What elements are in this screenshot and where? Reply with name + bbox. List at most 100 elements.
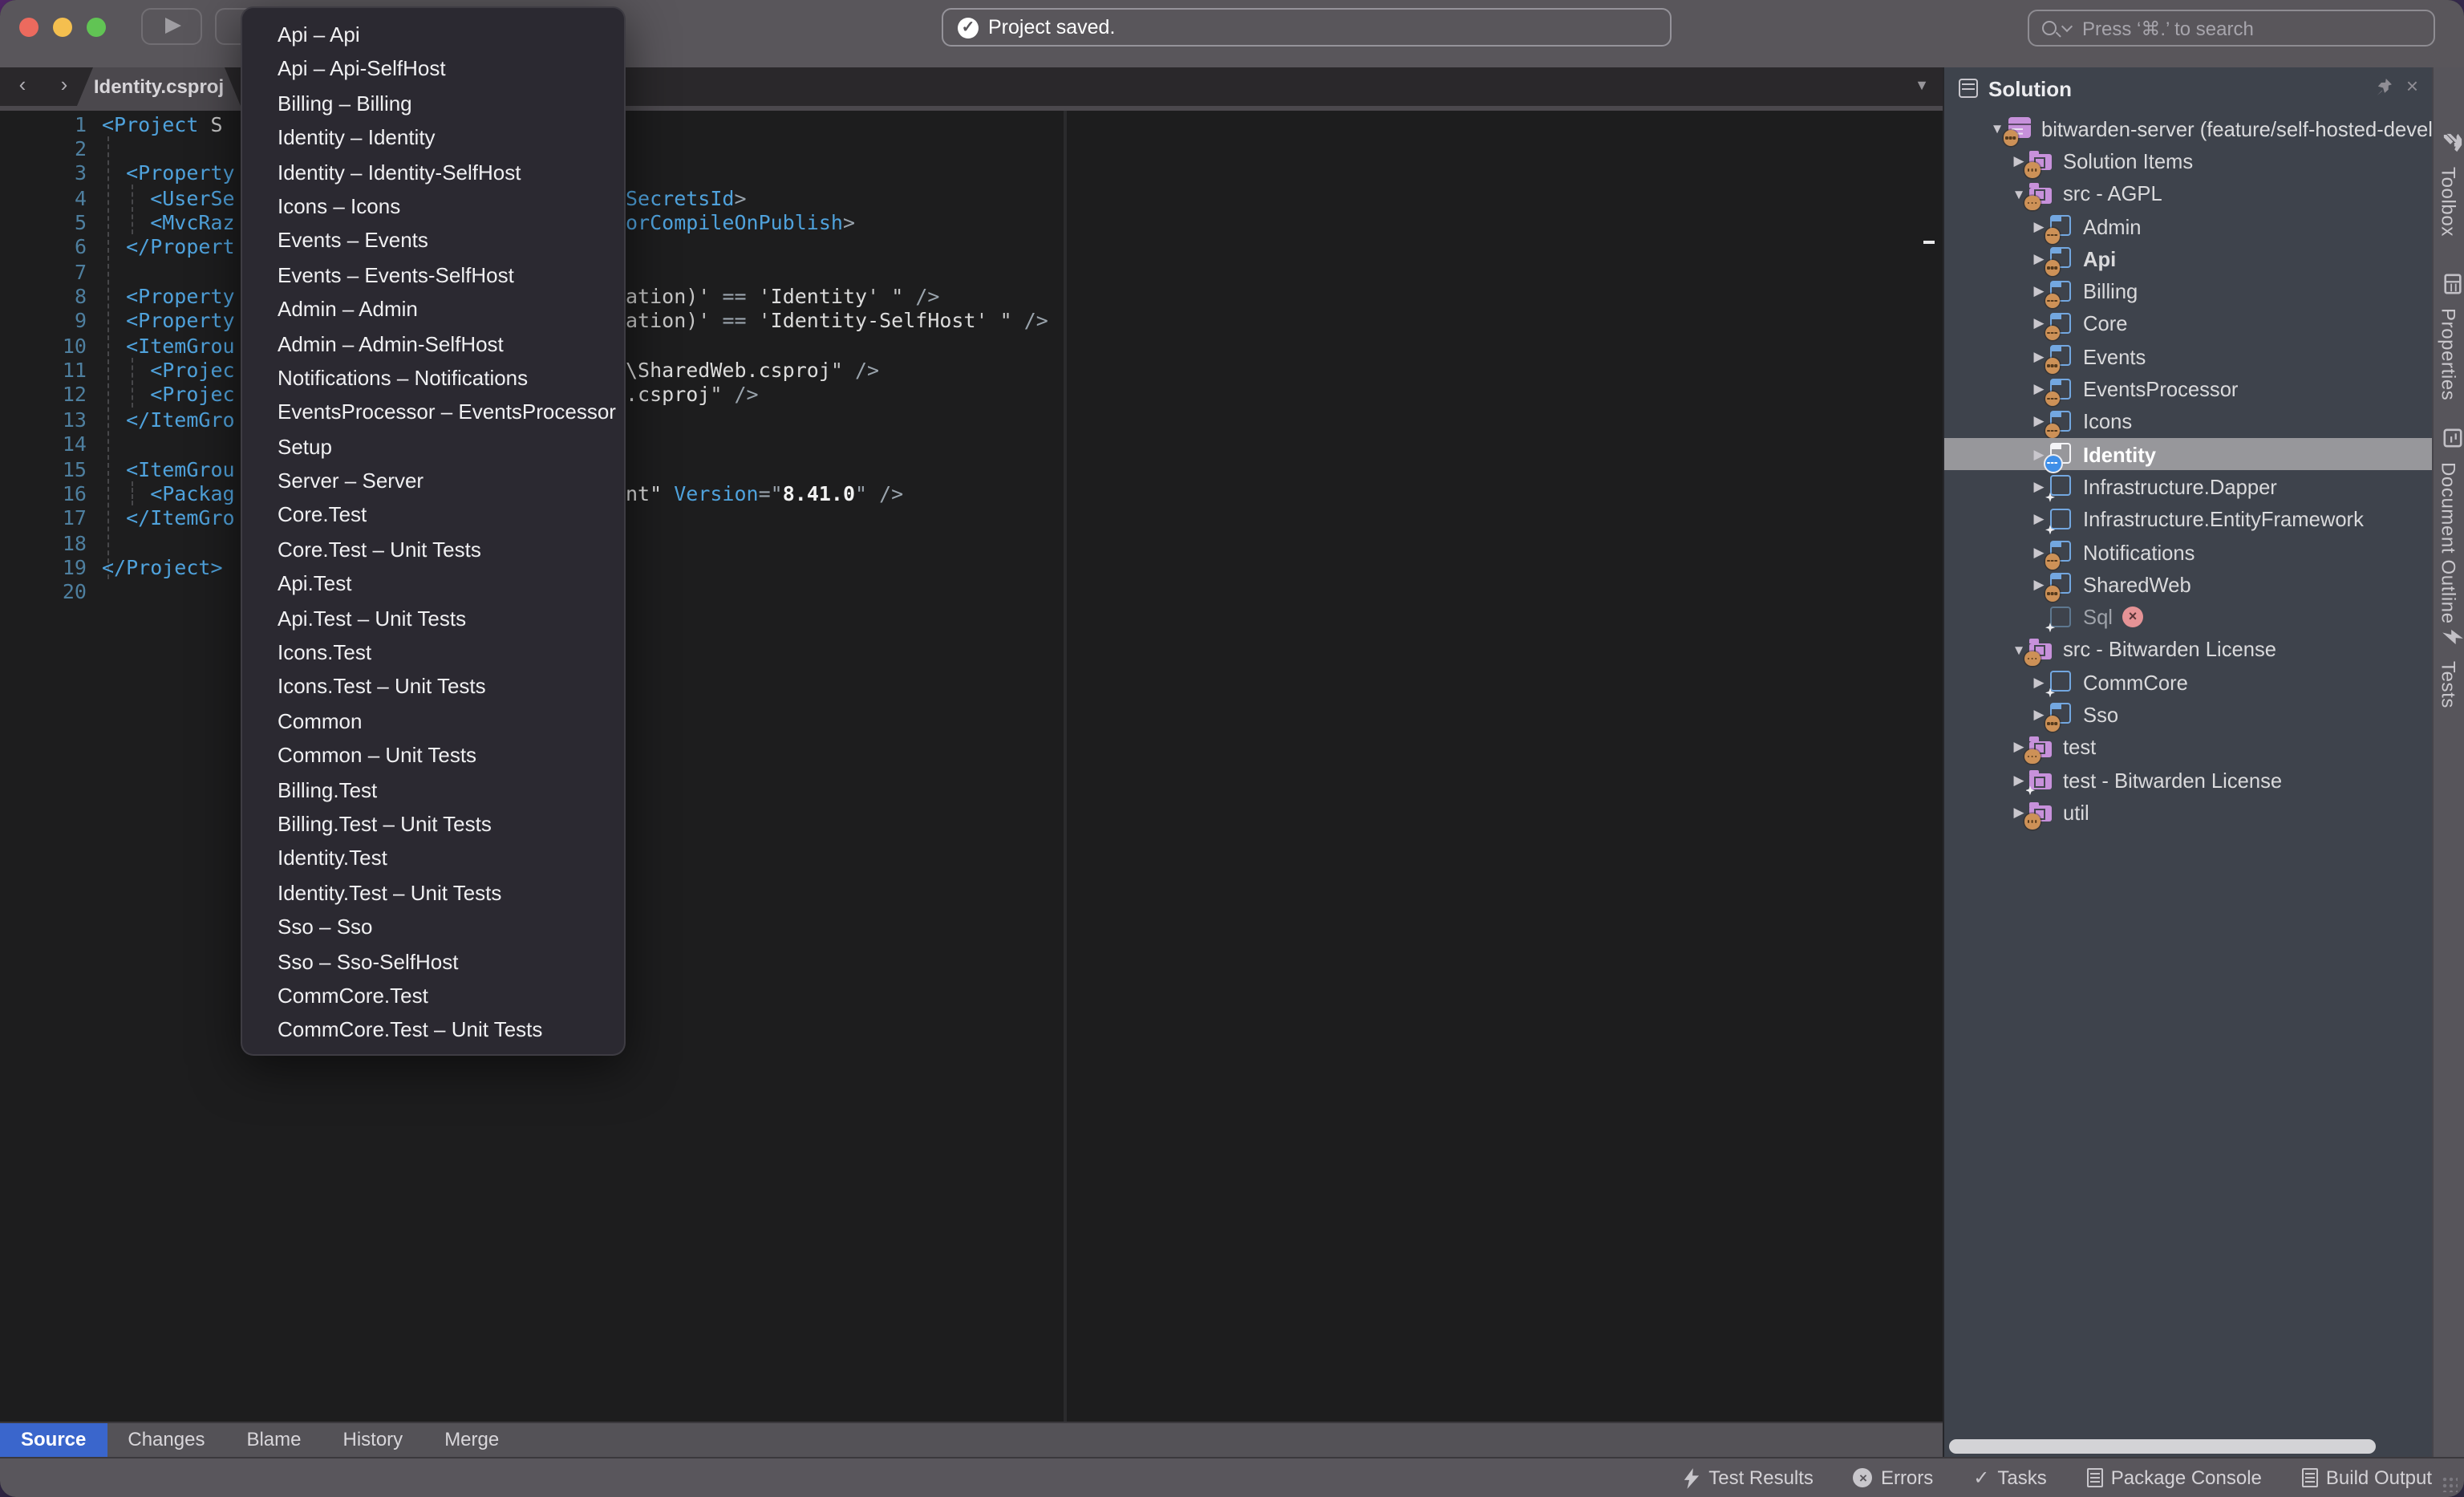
menu-item[interactable]: Icons.Test – Unit Tests	[242, 670, 624, 704]
horizontal-scrollbar[interactable]	[1948, 1439, 2375, 1453]
status-pad-build-output[interactable]: Build Output	[2302, 1467, 2432, 1489]
menu-item[interactable]: Server – Server	[242, 464, 624, 498]
tree-item-src-bitwarden-license[interactable]: ▼src - Bitwarden License	[1943, 634, 2431, 667]
tab-identity-csproj[interactable]: Identity.csproj	[77, 67, 241, 106]
menu-item[interactable]: Identity.Test – Unit Tests	[242, 876, 624, 911]
tree-item-sharedweb[interactable]: ▶SharedWeb	[1943, 568, 2431, 601]
menu-item[interactable]: EventsProcessor – EventsProcessor	[242, 396, 624, 430]
tree-item-events[interactable]: ▶Events	[1943, 340, 2431, 373]
resize-grip-icon[interactable]	[2442, 1476, 2458, 1492]
code-text: </Project>	[102, 555, 223, 580]
tree-item-api[interactable]: ▶Api	[1943, 242, 2431, 275]
chevron-collapsed-icon[interactable]: ▶	[2028, 510, 2049, 528]
tree-item-core[interactable]: ▶Core	[1943, 308, 2431, 341]
tree-item-sso[interactable]: ▶Sso	[1943, 699, 2431, 732]
tree-item-infrastructure-entityframework[interactable]: ▶Infrastructure.EntityFramework	[1943, 503, 2431, 536]
line-number: 12	[0, 383, 87, 408]
tab-overflow-icon[interactable]: ▼	[1915, 77, 1929, 93]
menu-item[interactable]: Api – Api-SelfHost	[242, 52, 624, 87]
view-tab-history[interactable]: History	[322, 1422, 424, 1457]
menu-item[interactable]: Billing.Test	[242, 773, 624, 807]
menu-item[interactable]: Notifications – Notifications	[242, 361, 624, 396]
run-button[interactable]	[141, 8, 202, 45]
menu-item[interactable]: Setup	[242, 429, 624, 464]
menu-item[interactable]: Core.Test	[242, 498, 624, 533]
close-window-button[interactable]	[19, 17, 38, 36]
solution-tree: ▼bitwarden-server (feature/self-hosted-d…	[1943, 112, 2431, 829]
code-text-fragment: .csproj" />	[626, 383, 759, 408]
dock-tab-tests[interactable]: Tests	[2433, 623, 2464, 708]
menu-item[interactable]: Common	[242, 704, 624, 739]
close-icon[interactable]: ×	[2406, 75, 2418, 98]
dock-tab-label: Toolbox	[2438, 167, 2460, 237]
play-icon	[165, 18, 181, 34]
tree-item-notifications[interactable]: ▶Notifications	[1943, 536, 2431, 569]
status-pad-package-console[interactable]: Package Console	[2087, 1467, 2262, 1489]
tree-item-commcore[interactable]: ▶CommCore	[1943, 666, 2431, 699]
tree-item-sql[interactable]: Sql×	[1943, 601, 2431, 634]
load-error-badge: ×	[2122, 607, 2143, 627]
code-text-fragment: ation)' == 'Identity-SelfHost' " />	[626, 309, 1048, 334]
chevron-collapsed-icon[interactable]: ▶	[2028, 478, 2049, 496]
code-text-fragment: ation)' == 'Identity' " />	[626, 284, 939, 309]
menu-item[interactable]: Identity.Test	[242, 842, 624, 876]
chevron-collapsed-icon[interactable]: ▶	[2028, 673, 2049, 691]
tree-item-icons[interactable]: ▶Icons	[1943, 405, 2431, 438]
tree-item-test-bitwarden-license[interactable]: ▶test - Bitwarden License	[1943, 764, 2431, 797]
menu-item[interactable]: Api.Test – Unit Tests	[242, 601, 624, 635]
menu-item[interactable]: Core.Test – Unit Tests	[242, 533, 624, 567]
project-icon	[2049, 606, 2073, 628]
menu-item[interactable]: Sso – Sso	[242, 910, 624, 944]
menu-item[interactable]: Common – Unit Tests	[242, 738, 624, 773]
tree-item-bitwarden-server-feature-self-hosted-development[interactable]: ▼bitwarden-server (feature/self-hosted-d…	[1943, 112, 2431, 145]
menu-item[interactable]: Icons.Test	[242, 635, 624, 670]
lightning-icon	[2434, 628, 2463, 646]
menu-item[interactable]: Billing – Billing	[242, 87, 624, 121]
code-text: <Property	[102, 160, 235, 185]
pin-icon[interactable]	[2374, 77, 2393, 96]
status-pad-test-results[interactable]: Test Results	[1683, 1467, 1814, 1489]
menu-item[interactable]: Icons – Icons	[242, 189, 624, 224]
zoom-window-button[interactable]	[87, 17, 106, 36]
menu-item[interactable]: Billing.Test – Unit Tests	[242, 807, 624, 842]
minimize-window-button[interactable]	[53, 17, 72, 36]
tree-item-eventsprocessor[interactable]: ▶EventsProcessor	[1943, 373, 2431, 406]
tree-item-src-agpl[interactable]: ▼src - AGPL	[1943, 177, 2431, 210]
dock-tab-document-outline[interactable]: Document Outline	[2433, 424, 2464, 624]
menu-item[interactable]: Admin – Admin	[242, 292, 624, 327]
view-tab-changes[interactable]: Changes	[107, 1422, 225, 1457]
menu-item[interactable]: CommCore.Test – Unit Tests	[242, 1013, 624, 1048]
status-pad-tasks[interactable]: ✓Tasks	[1973, 1467, 2047, 1489]
global-search[interactable]	[2028, 10, 2435, 47]
tree-item-identity[interactable]: ▶Identity	[1943, 438, 2431, 471]
tree-item-solution-items[interactable]: ▶Solution Items	[1943, 145, 2431, 178]
status-pad-errors[interactable]: ×Errors	[1854, 1467, 1933, 1489]
chevron-collapsed-icon[interactable]: ▶	[2008, 771, 2029, 789]
menu-item[interactable]: Api – Api	[242, 18, 624, 52]
tree-item-infrastructure-dapper[interactable]: ▶Infrastructure.Dapper	[1943, 471, 2431, 504]
console-icon	[2302, 1468, 2318, 1487]
dock-tab-properties[interactable]: Properties	[2433, 270, 2464, 400]
menu-item[interactable]: Api.Test	[242, 567, 624, 602]
menu-item[interactable]: Admin – Admin-SelfHost	[242, 327, 624, 361]
dock-tab-toolbox[interactable]: Toolbox	[2433, 128, 2464, 237]
tree-item-admin[interactable]: ▶Admin	[1943, 210, 2431, 243]
configuration-menu: Api – ApiApi – Api-SelfHostBilling – Bil…	[241, 6, 626, 1056]
menu-item[interactable]: Identity – Identity	[242, 120, 624, 155]
view-tab-merge[interactable]: Merge	[424, 1422, 520, 1457]
tree-item-billing[interactable]: ▶Billing	[1943, 275, 2431, 308]
menu-item[interactable]: Events – Events-SelfHost	[242, 258, 624, 292]
ide-window: ✓ Project saved. ‹ › Identity.csproj ▼	[0, 0, 2464, 1497]
view-tab-source[interactable]: Source	[0, 1422, 107, 1457]
menu-item[interactable]: Events – Events	[242, 224, 624, 258]
forward-button[interactable]: ›	[50, 72, 79, 96]
tree-item-util[interactable]: ▶util	[1943, 796, 2431, 829]
view-tab-blame[interactable]: Blame	[225, 1422, 322, 1457]
search-input[interactable]	[2082, 17, 2387, 39]
menu-item[interactable]: CommCore.Test	[242, 979, 624, 1013]
menu-item[interactable]: Sso – Sso-SelfHost	[242, 944, 624, 979]
back-button[interactable]: ‹	[8, 72, 37, 96]
menu-item[interactable]: Identity – Identity-SelfHost	[242, 155, 624, 189]
tree-item-label: util	[2063, 801, 2089, 825]
tree-item-test[interactable]: ▶test	[1943, 731, 2431, 764]
